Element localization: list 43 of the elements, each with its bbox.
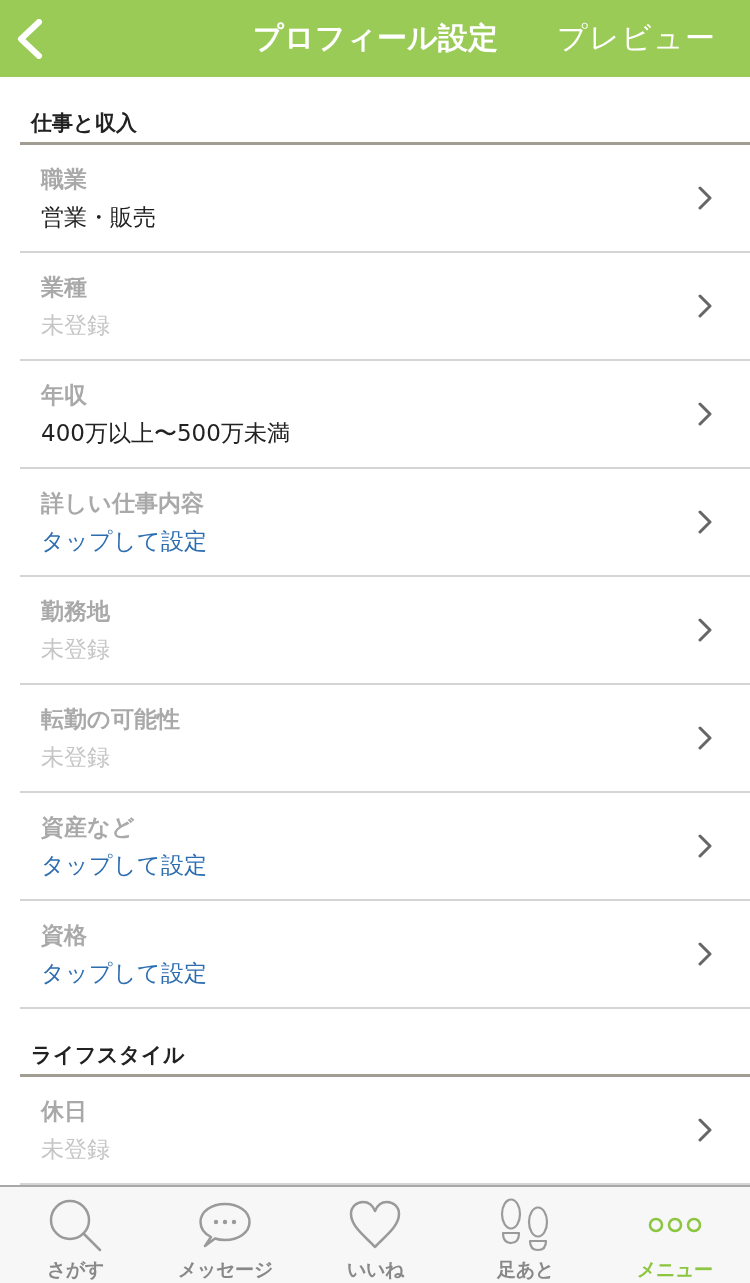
- screen-title: プロフィール設定: [252, 19, 498, 57]
- field-value: 400万以上〜500万未満: [41, 419, 290, 448]
- tab-button[interactable]: メニュー: [600, 1187, 750, 1283]
- chevron-right-icon: [698, 942, 712, 966]
- chevron-right-icon: [698, 510, 712, 534]
- chevron-right-icon: [698, 834, 712, 858]
- chevron-right-icon: [698, 726, 712, 750]
- field-value: 営業・販売: [41, 203, 156, 232]
- tab-button[interactable]: 足あと: [450, 1187, 600, 1283]
- tab-button[interactable]: いいね: [300, 1187, 450, 1283]
- back-button[interactable]: [15, 18, 43, 59]
- field-label: 資産など: [41, 813, 135, 842]
- field-value: 未登録: [41, 311, 110, 340]
- chevron-right-icon: [698, 294, 712, 318]
- field-value: 未登録: [41, 743, 110, 772]
- footprints-icon: [499, 1198, 551, 1252]
- field-label: 詳しい仕事内容: [41, 489, 204, 518]
- tab-button[interactable]: メッセージ: [150, 1187, 300, 1283]
- field-label: 休日: [41, 1097, 87, 1126]
- field-value: タップして設定: [41, 959, 207, 988]
- field-label: 転勤の可能性: [41, 705, 180, 734]
- section-title: ライフスタイル: [31, 1043, 185, 1067]
- chevron-right-icon: [698, 618, 712, 642]
- chevron-right-icon: [698, 1118, 712, 1142]
- chevron-left-icon: [15, 18, 43, 59]
- field-label: 業種: [41, 273, 87, 302]
- field-value: タップして設定: [41, 527, 207, 556]
- speech-bubble-icon: [199, 1202, 251, 1248]
- more-icon: [648, 1217, 702, 1233]
- search-icon: [48, 1198, 102, 1252]
- chevron-right-icon: [698, 402, 712, 426]
- section-title: 仕事と収入: [31, 111, 137, 135]
- chevron-right-icon: [698, 186, 712, 210]
- field-value: 未登録: [41, 1135, 110, 1164]
- field-label: 勤務地: [41, 597, 110, 626]
- field-label: 年収: [41, 381, 87, 410]
- field-value: 未登録: [41, 635, 110, 664]
- heart-icon: [349, 1200, 401, 1250]
- field-value: タップして設定: [41, 851, 207, 880]
- tab-button[interactable]: さがす: [0, 1187, 150, 1283]
- field-label: 職業: [41, 165, 87, 194]
- field-label: 資格: [41, 921, 87, 950]
- preview-button[interactable]: プレビュー: [557, 18, 716, 59]
